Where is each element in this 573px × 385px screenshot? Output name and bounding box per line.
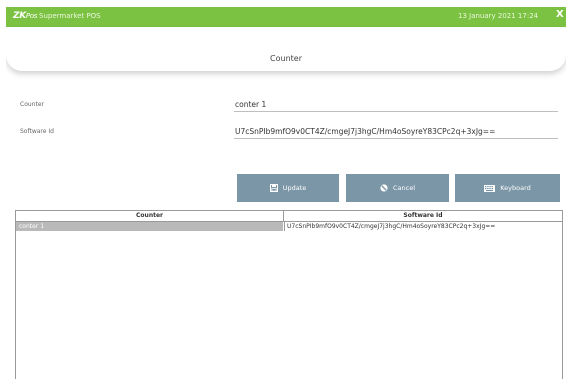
cell-software-id[interactable]: U7cSnPIb9mfO9v0CT4Z/cmgeJ7j3hgC/Hm4oSoyr… <box>284 222 563 231</box>
app-name: Supermarket POS <box>39 12 101 20</box>
update-button[interactable]: Update <box>237 174 339 202</box>
keyboard-label: Keyboard <box>500 184 531 192</box>
software-id-label: Software Id <box>20 128 54 135</box>
title-bar: ZKPos Supermarket POS 13 January 2021 17… <box>6 7 566 27</box>
software-id-input[interactable] <box>234 124 558 139</box>
counter-label: Counter <box>20 101 44 108</box>
column-header-software-id[interactable]: Software Id <box>284 211 562 221</box>
app-logo: ZKPos <box>13 11 38 21</box>
column-header-counter[interactable]: Counter <box>16 211 284 221</box>
page-header: Counter <box>6 27 566 71</box>
save-icon <box>269 184 278 192</box>
counter-table: Counter Software Id conter 1 U7cSnPIb9mf… <box>15 210 563 379</box>
table-header: Counter Software Id <box>16 211 562 222</box>
update-label: Update <box>282 184 307 192</box>
close-button[interactable]: X <box>556 9 564 20</box>
keyboard-icon <box>484 184 496 192</box>
keyboard-button[interactable]: Keyboard <box>455 174 560 202</box>
datetime-display: 13 January 2021 17:24 <box>458 12 539 20</box>
cancel-label: Cancel <box>392 184 416 192</box>
ban-icon <box>380 184 388 192</box>
cell-counter[interactable]: conter 1 <box>16 222 283 231</box>
table-row[interactable]: conter 1 U7cSnPIb9mfO9v0CT4Z/cmgeJ7j3hgC… <box>16 222 562 231</box>
page-title: Counter <box>270 54 302 63</box>
counter-input[interactable] <box>234 97 558 112</box>
app-window: ZKPos Supermarket POS 13 January 2021 17… <box>6 7 566 379</box>
cancel-button[interactable]: Cancel <box>346 174 449 202</box>
